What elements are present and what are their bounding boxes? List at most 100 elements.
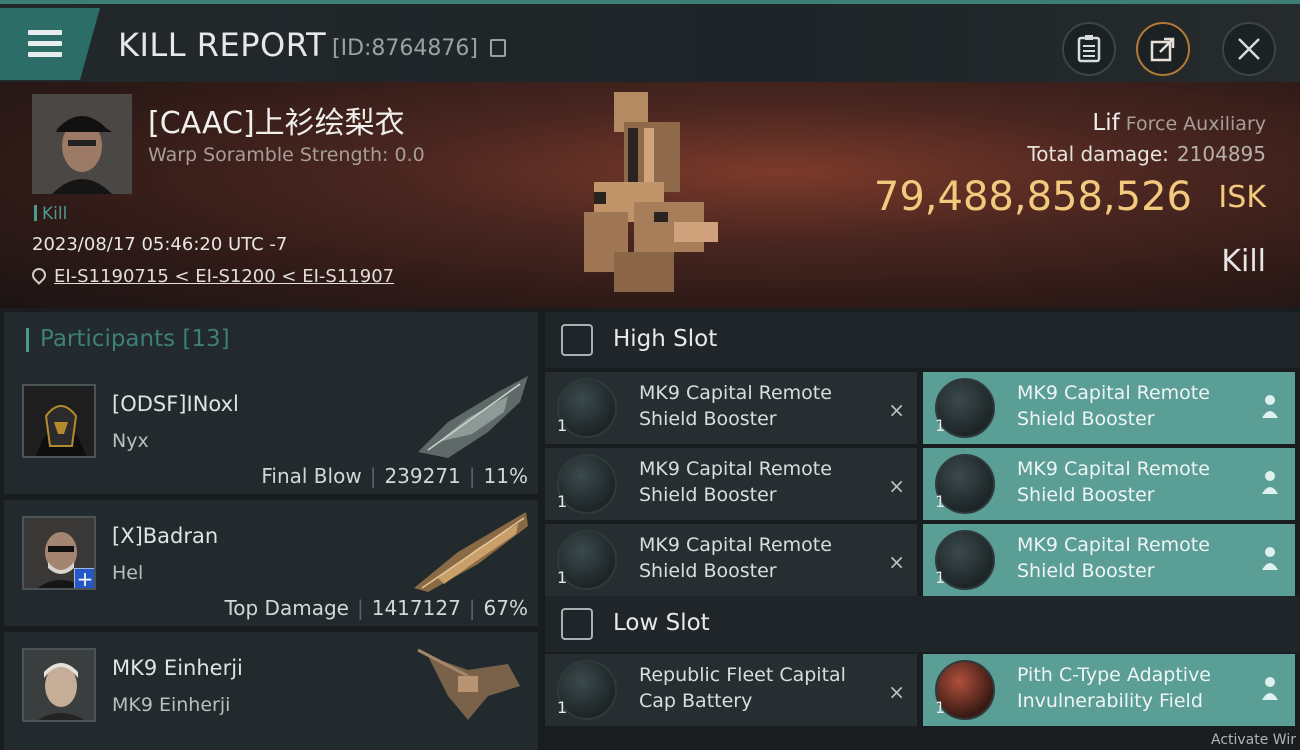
participants-label: Participants [13] [40,326,230,352]
participant-name: [X]Badran [112,524,219,548]
module-slot[interactable]: 1 MK9 Capital Remote Shield Booster × [545,372,917,444]
stat-divider: | [356,596,364,620]
isk-unit: ISK [1218,180,1266,215]
destroyed-icon: × [888,398,905,422]
participant-row[interactable]: MK9 Einherji MK9 Einherji [4,632,538,750]
module-qty: 1 [557,698,568,717]
share-button[interactable] [1136,22,1190,76]
ship-class: Force Auxiliary [1125,113,1266,135]
participant-damage: 1417127 [371,596,461,620]
module-slot[interactable]: 1 Pith C-Type Adaptive Invulnerability F… [923,654,1295,726]
module-slot[interactable]: 1 MK9 Capital Remote Shield Booster [923,448,1295,520]
module-qty: 1 [557,492,568,511]
low-slot-icon [561,608,593,640]
victim-name[interactable]: [CAAC]上衫绘梨衣 [148,98,405,142]
stat-divider: | [468,464,476,488]
victim-portrait[interactable] [32,94,132,194]
participant-role: Final Blow [261,464,362,488]
clipboard-button[interactable] [1062,22,1116,76]
participant-name: [ODSF]INoxl [112,392,239,416]
module-qty: 1 [935,698,946,717]
module-slot[interactable]: 1 MK9 Capital Remote Shield Booster × [545,448,917,520]
module-qty: 1 [557,416,568,435]
participant-percent: 11% [483,464,528,488]
victim-ship: Lif Force Auxiliary [1092,110,1266,136]
total-damage-label: Total damage: [1027,142,1169,166]
module-qty: 1 [935,416,946,435]
person-icon [1262,677,1278,700]
participant-ship: Nyx [112,430,149,452]
module-qty: 1 [935,492,946,511]
participant-avatar-image [24,386,94,456]
copy-icon[interactable] [490,39,506,57]
close-icon [1238,38,1260,60]
plus-badge-icon: + [74,568,94,588]
person-icon [1262,471,1278,494]
participant-avatar-image [24,650,94,720]
module-qty: 1 [557,568,568,587]
participants-panel: Participants [13] [ODSF]INoxl Nyx Final … [4,312,538,750]
victim-ship-image[interactable] [574,92,724,297]
share-icon [1150,37,1175,62]
menu-button[interactable] [0,8,100,80]
high-slot-icon [561,324,593,356]
participant-damage: 239271 [384,464,461,488]
os-watermark: Activate Wir [1210,732,1296,748]
victim-avatar [32,94,132,194]
destroyed-icon: × [888,474,905,498]
total-damage-value: 2104895 [1176,142,1266,166]
participant-percent: 67% [483,596,528,620]
module-slot[interactable]: 1 MK9 Capital Remote Shield Booster [923,372,1295,444]
menu-icon-bar [28,52,62,57]
person-icon [1262,395,1278,418]
participant-stats: Final Blow | 239271 | 11% [261,464,528,488]
result-label: Kill [1221,244,1266,279]
module-slot[interactable]: 1 Republic Fleet Capital Cap Battery × [545,654,917,726]
module-name: MK9 Capital Remote Shield Booster [1017,534,1210,582]
participant-name: MK9 Einherji [112,656,243,680]
avatar: + [22,516,96,590]
clipboard-icon [1077,35,1101,63]
participant-ship: MK9 Einherji [112,694,231,716]
avatar [22,384,96,458]
stat-divider: | [468,596,476,620]
kill-tag: Kill [34,204,67,224]
isk-value: 79,488,858,526 [873,174,1192,220]
top-bar: KILL REPORT [ID:8764876] [0,0,1300,82]
person-icon [1262,547,1278,570]
module-slot[interactable]: 1 MK9 Capital Remote Shield Booster [923,524,1295,596]
module-name: MK9 Capital Remote Shield Booster [639,382,832,430]
participant-row[interactable]: + [X]Badran Hel Top Damage | 1417127 | 67% [4,500,538,632]
avatar [22,648,96,722]
total-damage: Total damage: 2104895 [1027,142,1266,166]
location-link[interactable]: EI-S1190715 < EI-S1200 < EI-S11907 [54,266,394,287]
kill-datetime: 2023/08/17 05:46:20 UTC -7 [32,234,288,255]
report-id: [ID:8764876] [332,36,478,61]
high-slot-title: High Slot [613,326,718,352]
participant-role: Top Damage [224,596,349,620]
destroyed-icon: × [888,680,905,704]
participant-row[interactable]: [ODSF]INoxl Nyx Final Blow | 239271 | 11% [4,368,538,500]
module-name: Pith C-Type Adaptive Invulnerability Fie… [1017,664,1211,712]
participant-ship: Hel [112,562,144,584]
low-slot-title: Low Slot [613,610,710,636]
module-name: MK9 Capital Remote Shield Booster [639,458,832,506]
ship-name: Lif [1092,110,1120,136]
destroyed-icon: × [888,550,905,574]
menu-icon-bar [28,41,62,46]
warp-scramble: Warp Soramble Strength: 0.0 [148,144,425,166]
close-button[interactable] [1222,22,1276,76]
module-name: Republic Fleet Capital Cap Battery [639,664,846,712]
low-slot-header: Low Slot [545,596,1300,652]
participants-header[interactable]: Participants [13] [4,312,538,368]
menu-icon [28,30,62,35]
module-name: MK9 Capital Remote Shield Booster [1017,382,1210,430]
module-name: MK9 Capital Remote Shield Booster [1017,458,1210,506]
location-pin-icon [29,265,49,285]
participant-ship-image [414,512,528,592]
high-slot-header: High Slot [545,312,1300,368]
participant-stats: Top Damage | 1417127 | 67% [224,596,528,620]
participant-ship-image [418,376,528,458]
page-title: KILL REPORT [118,26,327,64]
module-slot[interactable]: 1 MK9 Capital Remote Shield Booster × [545,524,917,596]
